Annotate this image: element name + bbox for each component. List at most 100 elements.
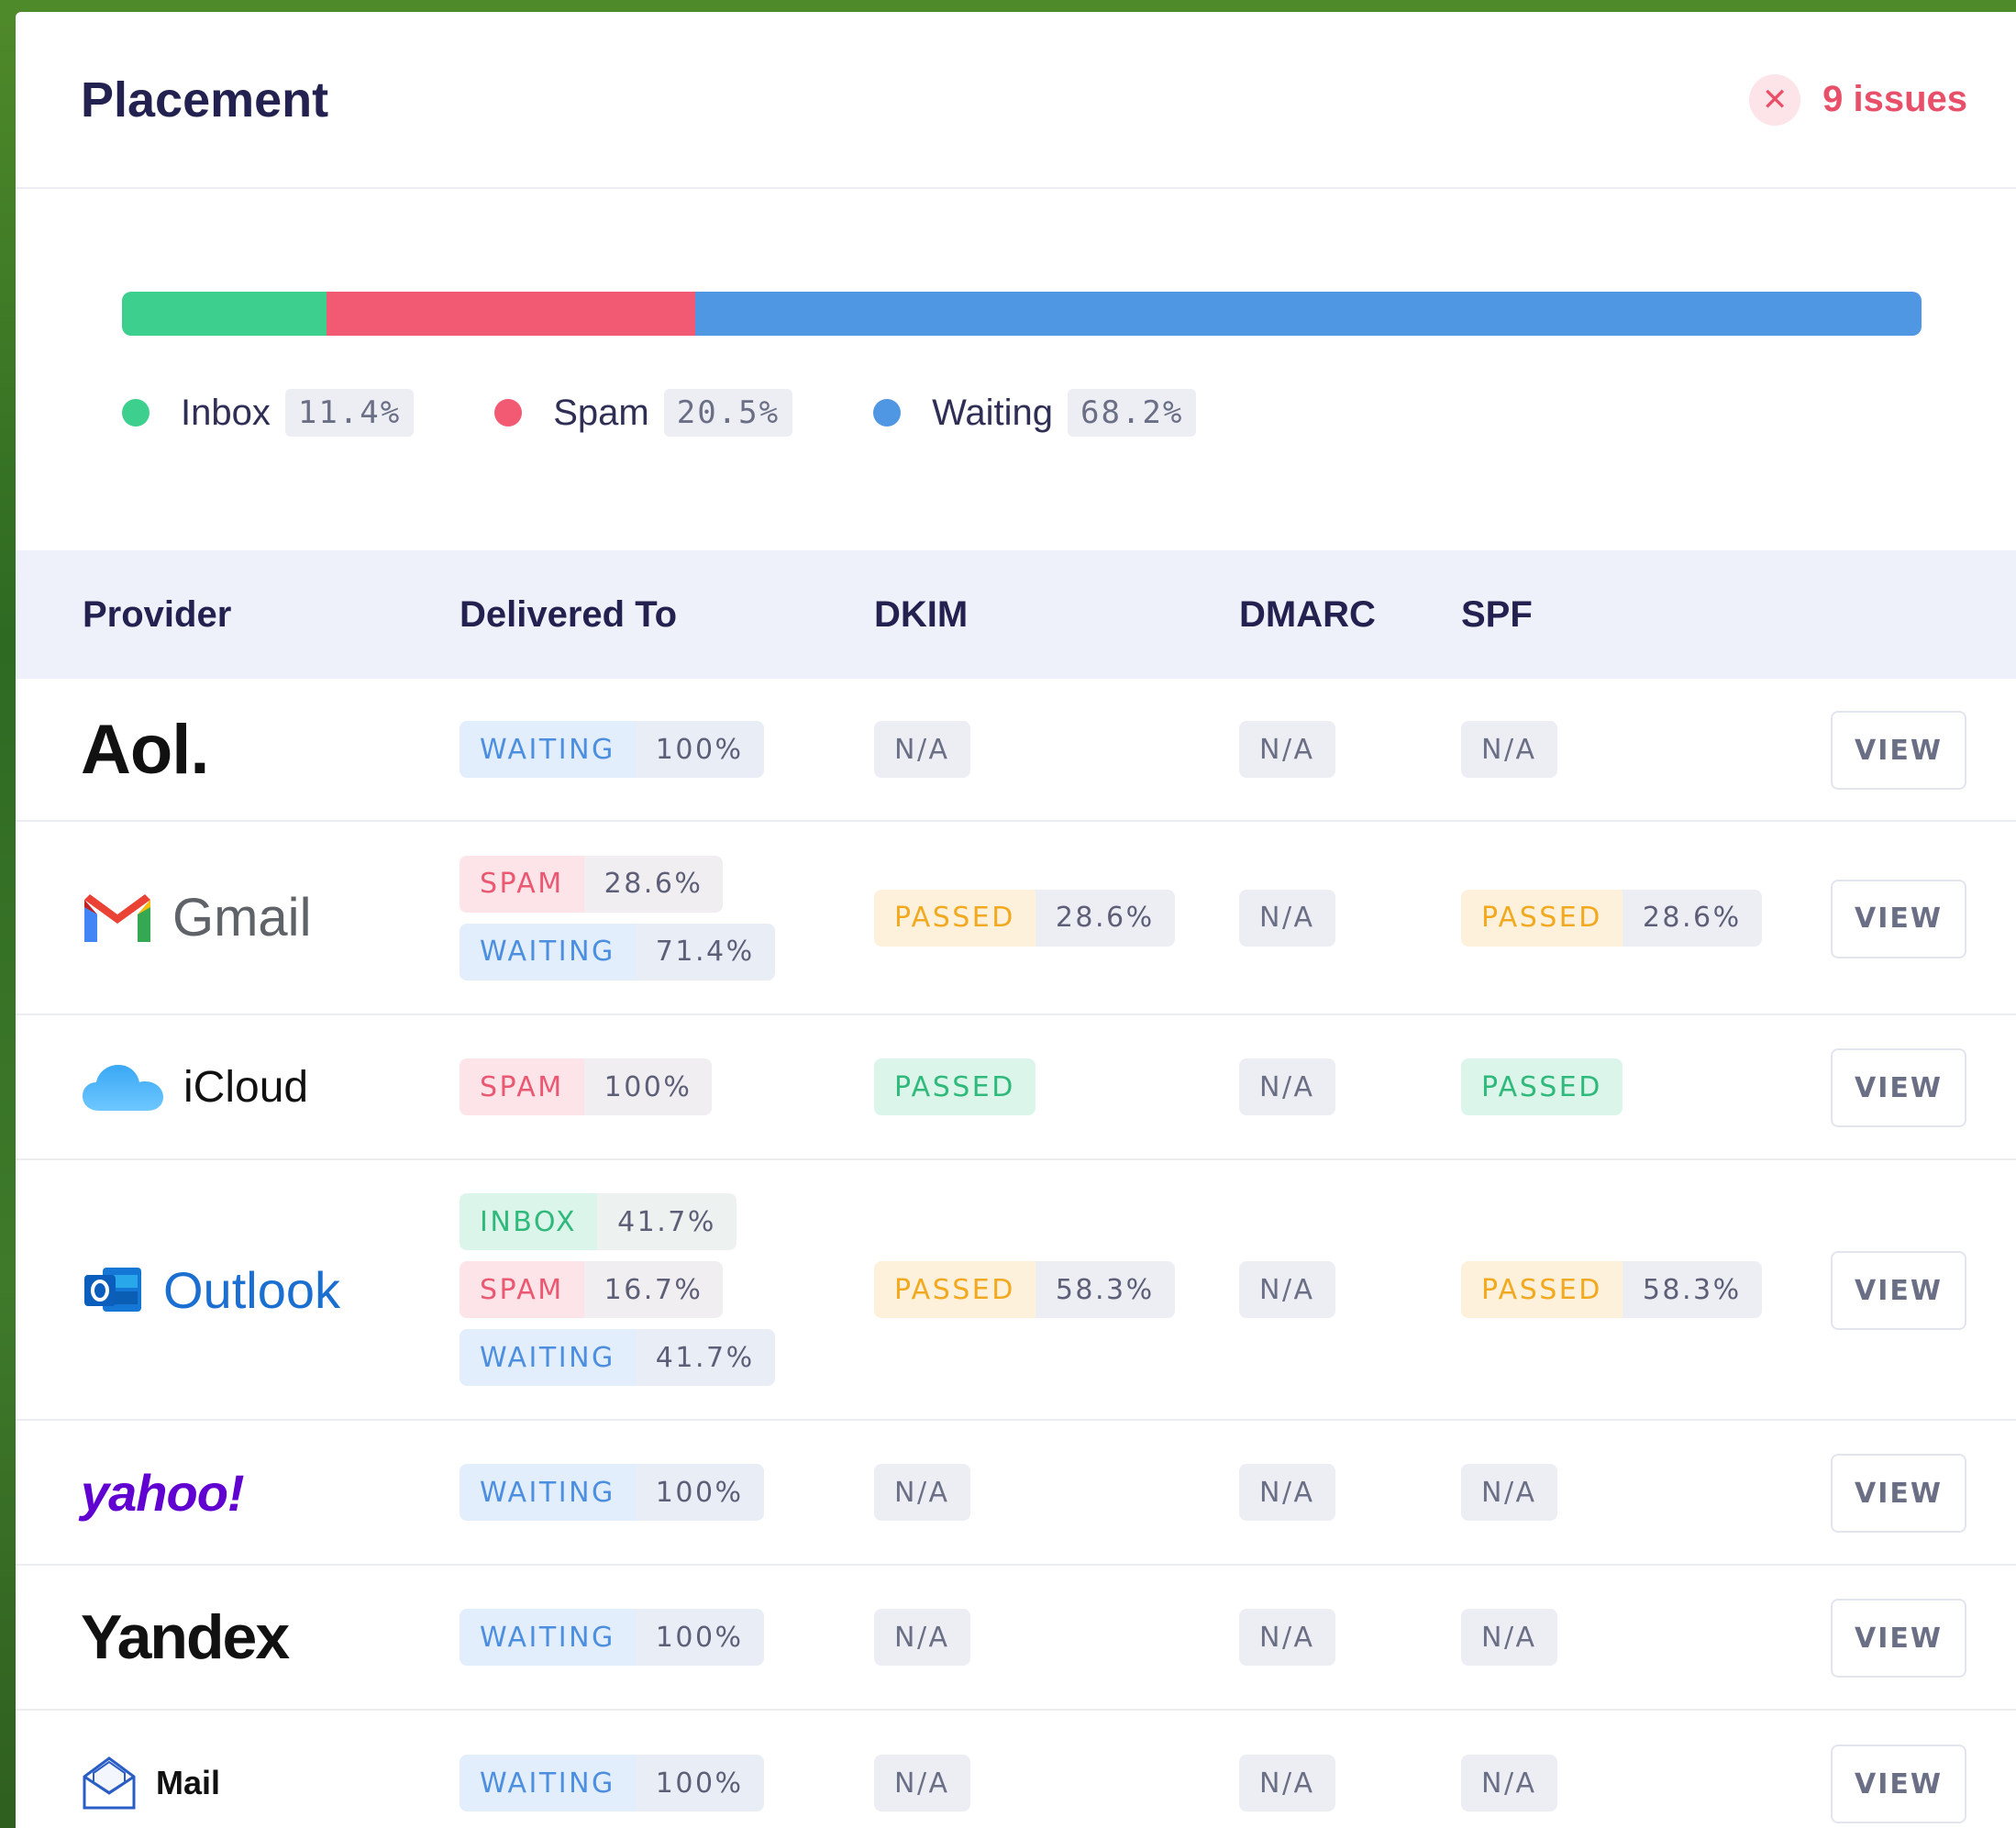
provider-name: yahoo! (81, 1463, 245, 1522)
badge-percent: 100% (635, 721, 764, 778)
issues-count: 9 issues (1822, 79, 1967, 119)
provider-cell: Outlook (81, 1160, 340, 1419)
badge-status: PASSED (874, 1261, 1036, 1318)
dmarc-cell: N/A (1239, 1566, 1335, 1709)
spf-cell: PASSED 58.3% (1461, 1160, 1762, 1419)
legend-label: Inbox (181, 392, 271, 433)
issues-indicator[interactable]: ✕ 9 issues (1749, 73, 1967, 126)
passed-badge: PASSED 28.6% (874, 889, 1175, 947)
na-badge: N/A (1461, 1609, 1557, 1666)
placement-card: Placement ✕ 9 issues Inbox 11.4% Spam 20… (16, 12, 2016, 1828)
na-badge: N/A (1239, 1755, 1335, 1811)
view-button[interactable]: VIEW (1831, 1745, 1966, 1823)
badge-percent: 28.6% (1035, 889, 1175, 947)
passed-badge: PASSED (874, 1058, 1036, 1115)
view-button[interactable]: VIEW (1831, 711, 1966, 790)
badge-status: WAITING (460, 1464, 636, 1521)
spf-cell: N/A (1461, 1566, 1557, 1709)
spf-cell: N/A (1461, 1711, 1557, 1828)
na-badge: N/A (1239, 721, 1335, 778)
badge-percent: 28.6% (1622, 889, 1762, 947)
badge-status: N/A (1239, 721, 1335, 778)
delivered-to-cell: WAITING 100% (460, 679, 764, 820)
waiting-badge: WAITING 100% (460, 721, 764, 778)
delivered-to-cell: SPAM 28.6% WAITING 71.4% (460, 822, 775, 1014)
page-title: Placement (81, 72, 329, 127)
placement-progress-bar (122, 292, 1922, 336)
card-header: Placement ✕ 9 issues (16, 12, 2016, 189)
delivered-to-cell: SPAM 100% (460, 1015, 713, 1158)
badge-status: WAITING (460, 1609, 636, 1666)
badge-percent: 41.7% (635, 1329, 775, 1386)
provider-table-body: Aol. WAITING 100% N/A N/A N/A VIEW Gmail SPAM 28.… (16, 679, 2016, 1828)
spam-badge: SPAM 28.6% (460, 855, 724, 913)
badge-status: PASSED (1461, 1261, 1623, 1318)
provider-name: Outlook (163, 1260, 340, 1319)
badge-status: N/A (874, 1609, 970, 1666)
badge-status: N/A (1239, 1609, 1335, 1666)
provider-cell: yahoo! (81, 1421, 245, 1564)
spf-cell: PASSED (1461, 1015, 1623, 1158)
bar-segment-spam (327, 292, 696, 336)
delivered-to-cell: WAITING 100% (460, 1711, 764, 1828)
passed-badge: PASSED (1461, 1058, 1623, 1115)
na-badge: N/A (1239, 1261, 1335, 1318)
legend-item-spam: Spam 20.5% (494, 389, 793, 437)
dkim-cell: N/A (874, 679, 970, 820)
view-button[interactable]: VIEW (1831, 1251, 1966, 1330)
provider-cell: Mail (81, 1711, 220, 1828)
badge-status: PASSED (1461, 1058, 1623, 1115)
badge-percent: 58.3% (1035, 1261, 1175, 1318)
dmarc-cell: N/A (1239, 1421, 1335, 1564)
badge-percent: 58.3% (1622, 1261, 1762, 1318)
spam-badge: SPAM 16.7% (460, 1261, 724, 1318)
badge-percent: 16.7% (583, 1261, 724, 1318)
badge-status: N/A (874, 1464, 970, 1521)
na-badge: N/A (1461, 1755, 1557, 1811)
badge-status: N/A (1239, 1755, 1335, 1811)
passed-badge: PASSED 58.3% (874, 1261, 1175, 1318)
dmarc-cell: N/A (1239, 1015, 1335, 1158)
inbox-dot-icon (122, 399, 150, 427)
badge-status: SPAM (460, 1058, 584, 1115)
badge-status: N/A (1239, 889, 1335, 947)
badge-percent: 71.4% (635, 923, 775, 980)
passed-badge: PASSED 28.6% (1461, 889, 1762, 947)
waiting-badge: WAITING 41.7% (460, 1329, 775, 1386)
badge-status: N/A (1461, 1609, 1557, 1666)
view-button[interactable]: VIEW (1831, 1599, 1966, 1678)
column-header-provider: Provider (83, 593, 232, 635)
table-header: Provider Delivered To DKIM DMARC SPF (16, 550, 2016, 679)
mail-icon (81, 1755, 138, 1811)
badge-status: N/A (1461, 1755, 1557, 1811)
na-badge: N/A (1239, 889, 1335, 947)
badge-status: N/A (1239, 1058, 1335, 1115)
provider-name: Gmail (172, 888, 312, 947)
table-row: Yandex WAITING 100% N/A N/A N/A VIEW (16, 1566, 2016, 1711)
view-button[interactable]: VIEW (1831, 1454, 1966, 1533)
na-badge: N/A (874, 1609, 970, 1666)
na-badge: N/A (874, 721, 970, 778)
provider-name: Yandex (81, 1602, 290, 1672)
badge-percent: 28.6% (583, 855, 724, 913)
column-header-dmarc: DMARC (1239, 593, 1376, 635)
view-button[interactable]: VIEW (1831, 1048, 1966, 1127)
delivered-to-cell: WAITING 100% (460, 1566, 764, 1709)
table-row: iCloud SPAM 100% PASSED N/A PASSED VIEW (16, 1015, 2016, 1160)
bar-segment-waiting (695, 292, 1922, 336)
table-row: Aol. WAITING 100% N/A N/A N/A VIEW (16, 679, 2016, 822)
badge-status: N/A (1239, 1464, 1335, 1521)
badge-status: N/A (1461, 721, 1557, 778)
badge-percent: 100% (583, 1058, 713, 1115)
badge-percent: 100% (635, 1464, 764, 1521)
na-badge: N/A (1239, 1464, 1335, 1521)
waiting-badge: WAITING 100% (460, 1609, 764, 1666)
dkim-cell: PASSED 58.3% (874, 1160, 1175, 1419)
legend-pct: 11.4% (284, 389, 415, 437)
badge-status: SPAM (460, 855, 584, 913)
view-button[interactable]: VIEW (1831, 879, 1966, 958)
badge-status: N/A (874, 1755, 970, 1811)
dkim-cell: PASSED (874, 1015, 1036, 1158)
provider-cell: Gmail (81, 822, 311, 1014)
spam-badge: SPAM 100% (460, 1058, 713, 1115)
